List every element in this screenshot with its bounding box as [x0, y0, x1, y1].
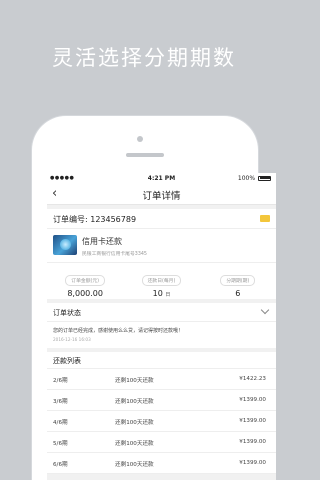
stat-value: 8,000.00 — [67, 289, 103, 298]
row-desc: 还剩100天还款 — [115, 399, 154, 405]
stat-label: 订单金额(元) — [65, 275, 106, 286]
chevron-down-icon[interactable] — [260, 305, 270, 315]
nav-bar: ‹ 订单详情 — [47, 183, 276, 205]
table-row[interactable]: 6/6期 还剩100天还款 ¥1399.00 — [47, 453, 276, 474]
status-message: 您的订单已经完成，感谢使用么么贷，请记得按时还款哦！ — [53, 328, 184, 334]
table-row[interactable]: 5/6期 还剩100天还款 ¥1399.00 — [47, 432, 276, 453]
status-body: 您的订单已经完成，感谢使用么么贷，请记得按时还款哦！ 2016-12-16 16… — [47, 322, 276, 348]
table-row[interactable]: 3/6期 还剩100天还款 ¥1399.00 — [47, 390, 276, 411]
page-title: 订单详情 — [142, 191, 181, 202]
order-stats: 订单金额(元) 8,000.00 还款日(每月) 10 日 分期期(期) 6 — [47, 263, 276, 299]
status-timestamp: 2016-12-16 16:03 — [53, 337, 91, 342]
product-name: 信用卡还款 — [82, 237, 122, 246]
phone-speaker — [126, 153, 164, 157]
battery-indicator: 100% — [238, 175, 271, 182]
row-period: 2/6期 — [53, 378, 68, 384]
promo-headline: 灵活选择分期期数 — [52, 46, 236, 70]
status-header[interactable]: 订单状态 — [47, 303, 276, 322]
row-period: 3/6期 — [53, 399, 68, 405]
row-amount: ¥1399.00 — [239, 397, 266, 403]
row-desc: 还剩100天还款 — [115, 441, 154, 447]
row-amount: ¥1399.00 — [239, 460, 266, 466]
stat-label: 还款日(每月) — [141, 275, 182, 286]
status-bar: ●●●●● 4:21 PM 100% — [47, 173, 276, 183]
product-subtitle: 民银工商银行信用卡尾号3345 — [82, 252, 147, 257]
table-row[interactable]: 4/6期 还剩100天还款 ¥1399.00 — [47, 411, 276, 432]
order-card: 订单编号: 123456789 信用卡还款 民银工商银行信用卡尾号3345 订单… — [47, 209, 276, 299]
battery-icon — [258, 175, 271, 181]
stat-amount: 订单金额(元) 8,000.00 — [47, 263, 123, 299]
product-row[interactable]: 信用卡还款 民银工商银行信用卡尾号3345 — [47, 229, 276, 263]
order-number: 订单编号: 123456789 — [53, 215, 137, 224]
battery-percent: 100% — [237, 174, 256, 182]
order-header: 订单编号: 123456789 — [47, 209, 276, 229]
table-row[interactable]: 2/6期 还剩100天还款 ¥1422.23 — [47, 369, 276, 390]
row-period: 5/6期 — [53, 441, 68, 447]
status-title: 订单状态 — [53, 309, 81, 317]
repayment-card: 还款列表 2/6期 还剩100天还款 ¥1422.23 3/6期 还剩100天还… — [47, 352, 276, 474]
repayment-header: 还款列表 — [47, 352, 276, 369]
row-amount: ¥1422.23 — [239, 376, 266, 382]
row-desc: 还剩100天还款 — [115, 420, 154, 426]
credit-card-icon — [53, 235, 77, 255]
stat-due-day: 还款日(每月) 10 日 — [123, 263, 199, 299]
status-card: 订单状态 您的订单已经完成，感谢使用么么贷，请记得按时还款哦！ 2016-12-… — [47, 303, 276, 348]
phone-camera — [137, 136, 143, 142]
order-tag-icon — [260, 215, 270, 222]
row-desc: 还剩100天还款 — [115, 378, 154, 384]
stat-installments: 分期期(期) 6 — [200, 263, 276, 299]
row-desc: 还剩100天还款 — [115, 462, 154, 468]
app-screen: ●●●●● 4:21 PM 100% ‹ 订单详情 订单编号: 12345678… — [47, 173, 276, 480]
stat-label: 分期期(期) — [220, 275, 256, 286]
row-period: 6/6期 — [53, 462, 68, 468]
repayment-title: 还款列表 — [53, 357, 81, 365]
stat-unit: 日 — [165, 292, 171, 298]
stat-value: 6 — [235, 289, 241, 298]
row-amount: ¥1399.00 — [239, 439, 266, 445]
stat-value: 10 — [152, 289, 163, 298]
row-period: 4/6期 — [53, 420, 68, 426]
row-amount: ¥1399.00 — [239, 418, 266, 424]
phone-frame: ●●●●● 4:21 PM 100% ‹ 订单详情 订单编号: 12345678… — [32, 116, 276, 480]
